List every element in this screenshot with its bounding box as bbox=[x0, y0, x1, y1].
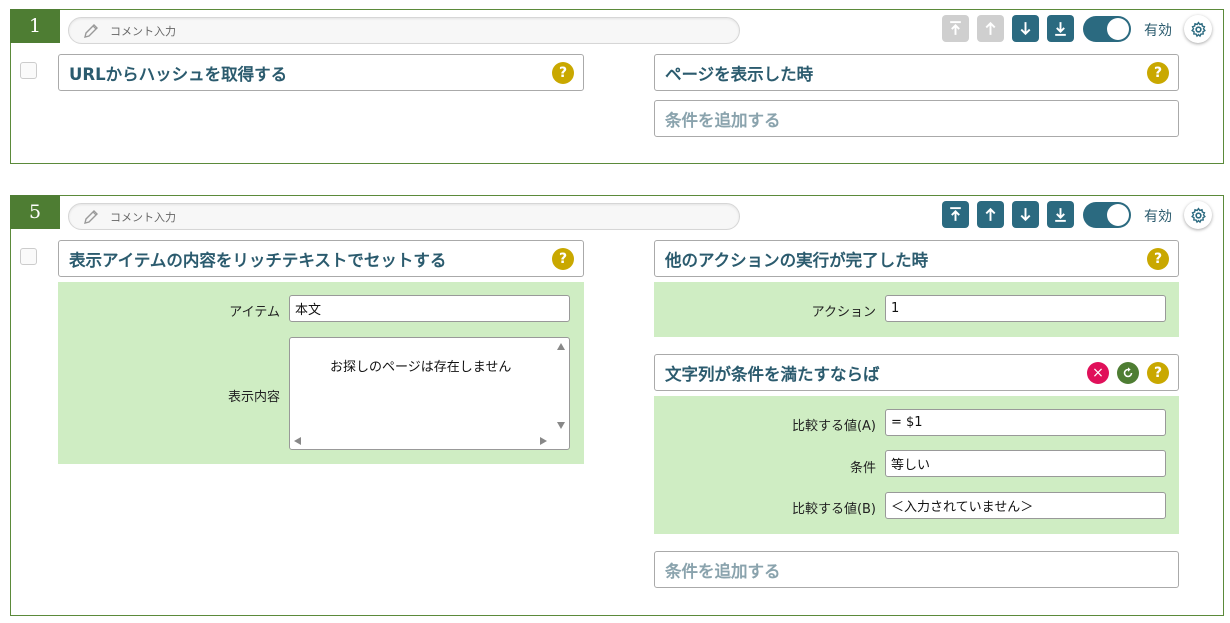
move-down-button[interactable] bbox=[1012, 201, 1039, 228]
select-checkbox[interactable] bbox=[20, 62, 37, 79]
content-text: お探しのページは存在しません bbox=[330, 360, 512, 375]
action-params-panel: アイテム 本文 表示内容 お探しのページは存在しません bbox=[58, 282, 584, 464]
toggle-label: 有効 bbox=[1144, 209, 1172, 225]
horizontal-scrollbar[interactable] bbox=[290, 433, 553, 449]
move-top-button[interactable] bbox=[942, 15, 969, 42]
delete-icon[interactable]: × bbox=[1087, 362, 1109, 384]
gear-icon bbox=[1190, 206, 1206, 223]
rule-number: 1 bbox=[10, 9, 60, 43]
condition-select[interactable]: 等しい bbox=[885, 450, 1166, 477]
enable-toggle[interactable] bbox=[1083, 16, 1131, 42]
arrow-to-bottom-icon bbox=[1055, 208, 1066, 222]
condition-params-panel: 比較する値(A) = $1 条件 等しい 比較する値(B) ＜入力されていません… bbox=[654, 396, 1179, 534]
move-bottom-button[interactable] bbox=[1047, 15, 1074, 42]
enable-toggle[interactable] bbox=[1083, 202, 1131, 228]
rule-card-1: 1 コメント入力 有効 URLからハッシュを取得する ? ページを表示した時 ?… bbox=[10, 9, 1224, 164]
item-label: アイテム bbox=[229, 305, 280, 320]
scroll-down-arrow-icon[interactable] bbox=[557, 422, 565, 429]
condition-block-header[interactable]: 文字列が条件を満たすならば × ? bbox=[654, 354, 1179, 391]
help-icon[interactable]: ? bbox=[552, 248, 574, 270]
settings-button[interactable] bbox=[1184, 15, 1212, 43]
trigger-title: 他のアクションの実行が完了した時 bbox=[665, 250, 929, 270]
compare-a-field[interactable]: = $1 bbox=[885, 409, 1166, 436]
help-icon[interactable]: ? bbox=[552, 62, 574, 84]
item-field[interactable]: 本文 bbox=[289, 295, 570, 322]
comment-placeholder: コメント入力 bbox=[110, 24, 176, 38]
gear-icon bbox=[1190, 20, 1206, 37]
scroll-right-arrow-icon[interactable] bbox=[540, 437, 547, 445]
condition-label: 条件 bbox=[849, 461, 876, 476]
rule-number: 5 bbox=[10, 195, 60, 229]
action-field[interactable]: 1 bbox=[885, 295, 1166, 322]
content-textarea[interactable]: お探しのページは存在しません bbox=[289, 337, 570, 450]
help-icon[interactable]: ? bbox=[1147, 248, 1169, 270]
move-top-button[interactable] bbox=[942, 201, 969, 228]
help-icon[interactable]: ? bbox=[1147, 62, 1169, 84]
action-title: URLからハッシュを取得する bbox=[69, 64, 288, 84]
arrow-up-icon bbox=[985, 207, 996, 221]
trigger-title: ページを表示した時 bbox=[665, 64, 814, 84]
rule-card-5: 5 コメント入力 有効 表示アイテムの内容をリッチテキストでセットする ? アイ… bbox=[10, 195, 1224, 616]
arrow-down-icon bbox=[1020, 208, 1031, 222]
compare-b-label: 比較する値(B) bbox=[791, 502, 876, 517]
arrow-up-icon bbox=[985, 21, 996, 35]
trigger-block-header[interactable]: 他のアクションの実行が完了した時 ? bbox=[654, 240, 1179, 277]
scroll-left-arrow-icon[interactable] bbox=[294, 437, 301, 445]
action-block-header[interactable]: 表示アイテムの内容をリッチテキストでセットする ? bbox=[58, 240, 584, 277]
arrow-to-top-icon bbox=[950, 21, 961, 35]
toggle-label: 有効 bbox=[1144, 23, 1172, 39]
add-condition-label: 条件を追加する bbox=[665, 561, 781, 581]
arrow-to-bottom-icon bbox=[1055, 22, 1066, 36]
compare-b-field[interactable]: ＜入力されていません＞ bbox=[885, 492, 1166, 519]
pencil-icon bbox=[81, 21, 101, 41]
scroll-up-arrow-icon[interactable] bbox=[557, 343, 565, 350]
action-label: アクション bbox=[811, 305, 876, 320]
add-condition-button[interactable]: 条件を追加する bbox=[654, 551, 1179, 588]
content-label: 表示内容 bbox=[227, 390, 280, 405]
toggle-knob bbox=[1107, 18, 1129, 40]
move-down-button[interactable] bbox=[1012, 15, 1039, 42]
comment-placeholder: コメント入力 bbox=[110, 210, 176, 224]
arrow-to-top-icon bbox=[950, 207, 961, 221]
toggle-knob bbox=[1107, 204, 1129, 226]
compare-a-label: 比較する値(A) bbox=[791, 419, 876, 434]
add-condition-label: 条件を追加する bbox=[665, 110, 781, 130]
settings-button[interactable] bbox=[1184, 201, 1212, 229]
move-bottom-button[interactable] bbox=[1047, 201, 1074, 228]
arrow-down-icon bbox=[1020, 22, 1031, 36]
action-title: 表示アイテムの内容をリッチテキストでセットする bbox=[69, 250, 447, 270]
move-up-button[interactable] bbox=[977, 201, 1004, 228]
action-block-header[interactable]: URLからハッシュを取得する ? bbox=[58, 54, 584, 91]
comment-input[interactable]: コメント入力 bbox=[68, 203, 740, 230]
condition-title: 文字列が条件を満たすならば bbox=[665, 364, 880, 384]
comment-input[interactable]: コメント入力 bbox=[68, 17, 740, 44]
vertical-scrollbar[interactable] bbox=[553, 338, 569, 433]
select-checkbox[interactable] bbox=[20, 248, 37, 265]
add-condition-button[interactable]: 条件を追加する bbox=[654, 100, 1179, 137]
reload-icon[interactable] bbox=[1117, 362, 1139, 384]
trigger-block-header[interactable]: ページを表示した時 ? bbox=[654, 54, 1179, 91]
move-up-button[interactable] bbox=[977, 15, 1004, 42]
pencil-icon bbox=[81, 207, 101, 227]
trigger-params-panel: アクション 1 bbox=[654, 282, 1179, 337]
help-icon[interactable]: ? bbox=[1147, 362, 1169, 384]
